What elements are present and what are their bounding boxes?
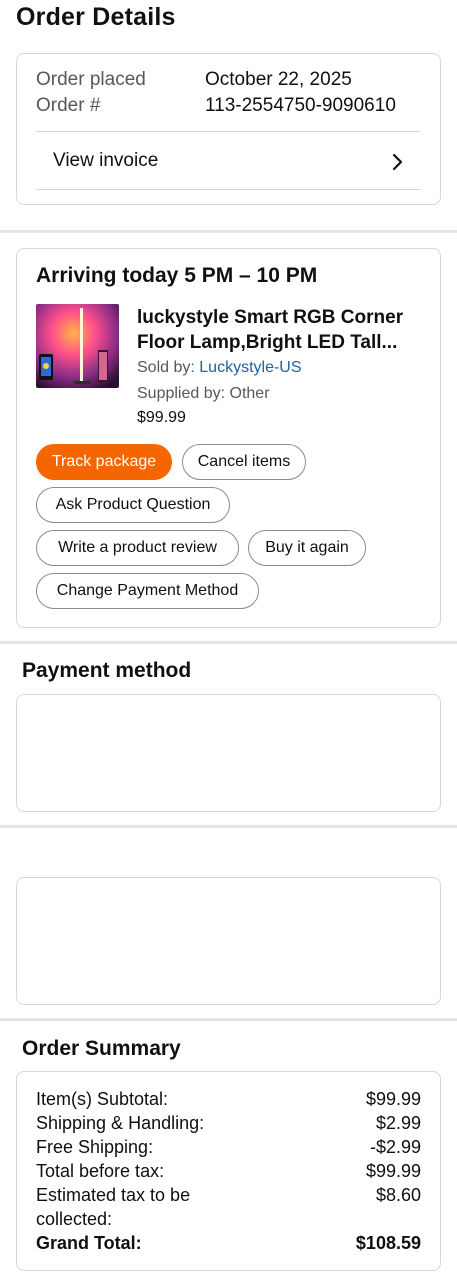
summary-row-value: $99.99	[365, 1161, 421, 1181]
summary-row-label: Free Shipping:	[36, 1137, 154, 1157]
shipment-card: Arriving today 5 PM – 10 PM luckystyle S…	[16, 248, 441, 628]
cancel-items-button[interactable]: Cancel items	[182, 444, 306, 480]
section-divider	[0, 230, 457, 233]
product-image[interactable]	[36, 304, 119, 388]
summary-row-label: collected:	[36, 1209, 113, 1229]
summary-row-value: $99.99	[365, 1089, 421, 1109]
view-invoice-label: View invoice	[53, 149, 159, 171]
order-summary-card: Item(s) Subtotal: $99.99 Shipping & Hand…	[16, 1071, 441, 1271]
section-divider	[0, 641, 457, 644]
supplied-by: Supplied by: Other	[137, 385, 270, 402]
view-invoice-button[interactable]: View invoice	[36, 131, 421, 190]
order-number-label: Order #	[36, 95, 101, 116]
summary-row: Estimated tax to be $8.60	[36, 1185, 421, 1206]
section-divider	[0, 825, 457, 828]
summary-row: Item(s) Subtotal: $99.99	[36, 1089, 421, 1110]
summary-row-label: Total before tax:	[36, 1161, 165, 1181]
seller-link[interactable]: Luckystyle-US	[199, 359, 301, 376]
chevron-right-icon	[392, 153, 403, 171]
order-placed-value: October 22, 2025	[205, 69, 352, 90]
sold-by: Sold by: Luckystyle-US	[137, 359, 302, 377]
order-summary-title: Order Summary	[22, 1037, 181, 1060]
ask-product-question-button[interactable]: Ask Product Question	[36, 487, 230, 523]
summary-row-value: $2.99	[375, 1113, 421, 1133]
summary-row: Free Shipping: -$2.99	[36, 1137, 421, 1158]
page-title: Order Details	[16, 3, 176, 31]
section-divider	[0, 1018, 457, 1021]
order-placed-label: Order placed	[36, 69, 146, 90]
order-number-value: 113-2554750-9090610	[205, 95, 396, 116]
address-card	[16, 877, 441, 1005]
summary-row-value: $8.60	[375, 1185, 421, 1205]
summary-row: Shipping & Handling: $2.99	[36, 1113, 421, 1134]
product-title-link[interactable]: luckystyle Smart RGB Corner Floor Lamp,B…	[137, 305, 427, 355]
payment-method-card	[16, 694, 441, 812]
summary-row-label: Shipping & Handling:	[36, 1113, 205, 1133]
order-info-card: Order placed October 22, 2025 Order # 11…	[16, 53, 441, 205]
arriving-status: Arriving today 5 PM – 10 PM	[36, 264, 318, 287]
buy-again-button[interactable]: Buy it again	[248, 530, 366, 566]
summary-row-value: -$2.99	[369, 1137, 421, 1157]
summary-row: Total before tax: $99.99	[36, 1161, 421, 1182]
product-title-line1: luckystyle Smart RGB Corner	[137, 307, 404, 328]
change-payment-method-button[interactable]: Change Payment Method	[36, 573, 259, 609]
product-title-line2: Floor Lamp,Bright LED Tall...	[137, 332, 398, 353]
product-price: $99.99	[137, 409, 186, 426]
summary-row-label: Estimated tax to be	[36, 1185, 191, 1205]
summary-row: collected:	[36, 1209, 421, 1230]
write-review-button[interactable]: Write a product review	[36, 530, 239, 566]
grand-total-value: $108.59	[355, 1233, 421, 1253]
grand-total-row: Grand Total: $108.59	[36, 1233, 421, 1254]
payment-method-title: Payment method	[22, 659, 192, 682]
sold-by-label: Sold by:	[137, 359, 200, 376]
summary-row-label: Item(s) Subtotal:	[36, 1089, 169, 1109]
track-package-button[interactable]: Track package	[36, 444, 172, 480]
grand-total-label: Grand Total:	[36, 1233, 142, 1253]
